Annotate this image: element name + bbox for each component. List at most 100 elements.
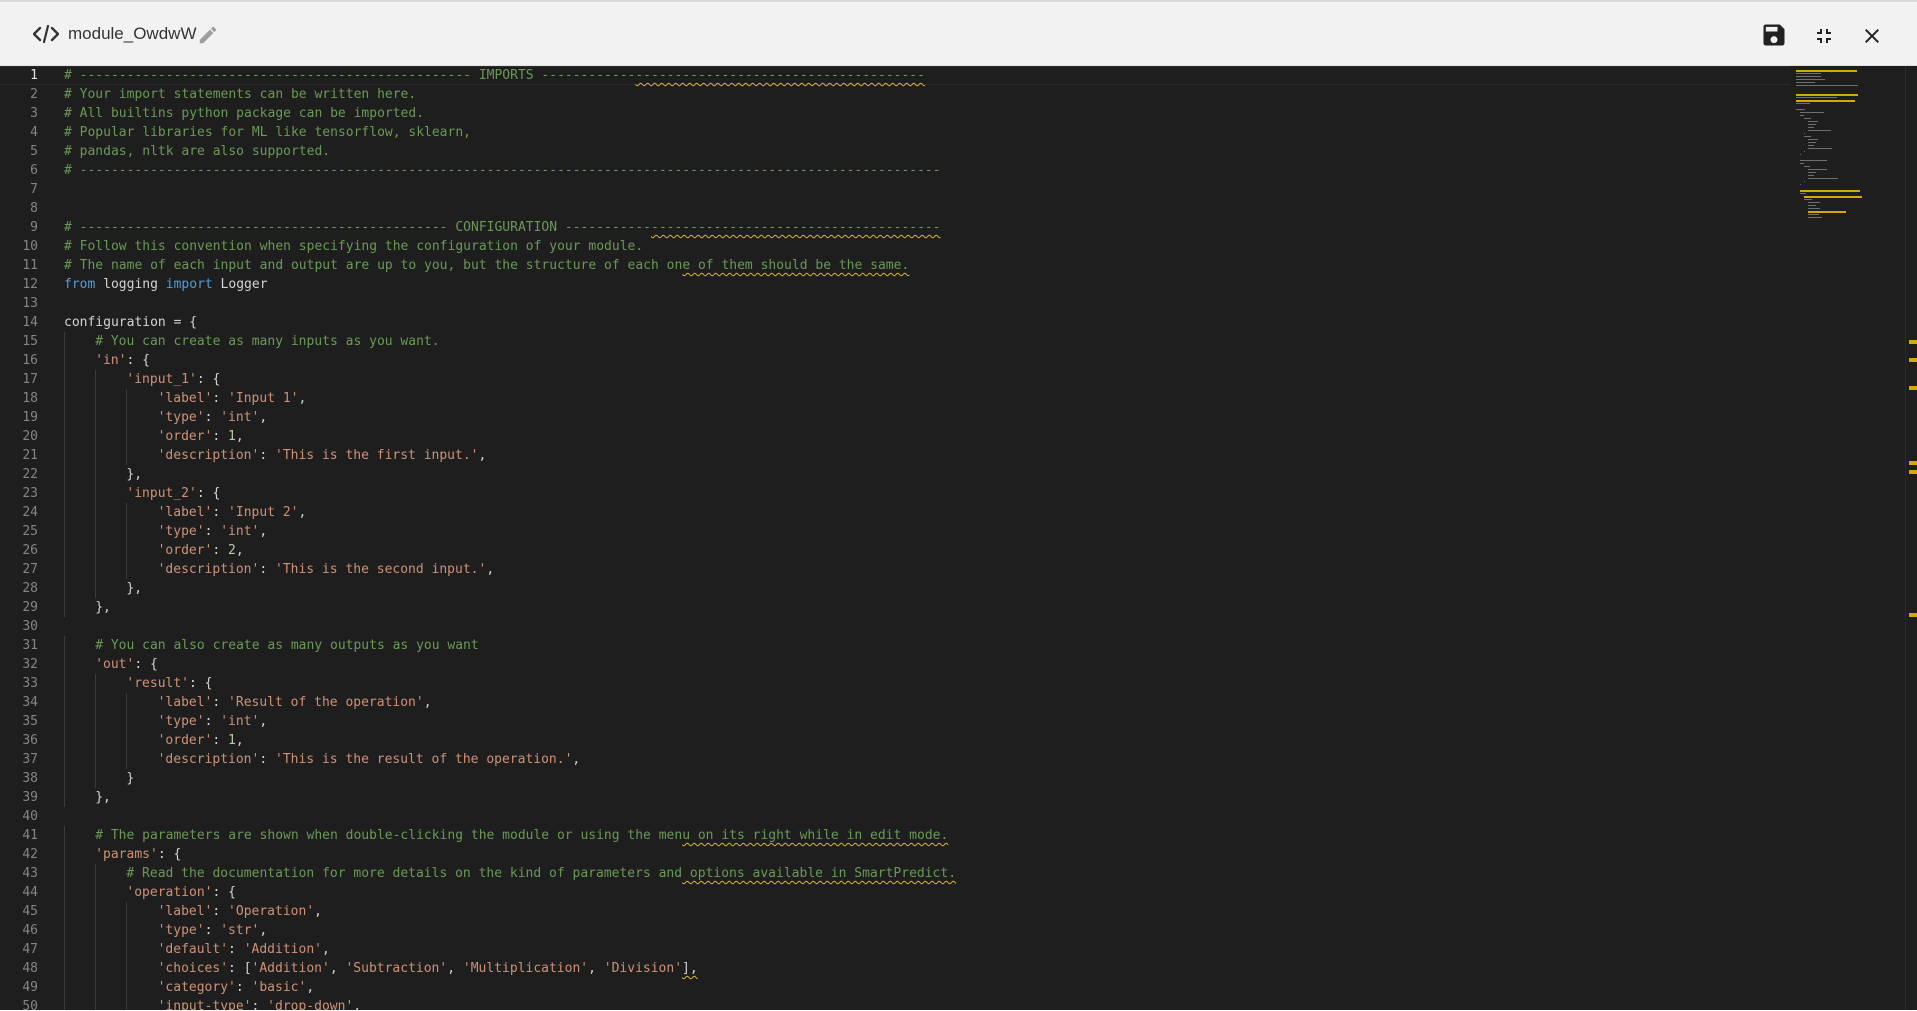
code-line[interactable]: 42 'params': { <box>0 845 1790 864</box>
code-line[interactable]: 22}, <box>0 465 1790 484</box>
line-content: 'out': { <box>95 655 158 674</box>
code-line[interactable]: 14 configuration = { <box>0 313 1790 332</box>
line-number: 35 <box>22 714 38 729</box>
code-line[interactable]: 47 'default': 'Addition', <box>0 940 1790 959</box>
line-content: 'input_2': { <box>126 484 220 503</box>
minimap[interactable] <box>1792 66 1905 1010</box>
code-token: : [ <box>228 961 252 976</box>
indent-guide <box>64 959 65 978</box>
code-line[interactable]: 6 # -------------------------------------… <box>0 161 1790 180</box>
code-line[interactable]: 28}, <box>0 579 1790 598</box>
code-line[interactable]: 23 'input_2': { <box>0 484 1790 503</box>
code-token: # Read the documentation for more detail… <box>126 866 683 881</box>
code-line[interactable]: 1 # -------------------------------------… <box>0 66 1790 85</box>
code-line[interactable]: 26 'order': 2, <box>0 541 1790 560</box>
save-button[interactable] <box>1760 21 1788 49</box>
minimap-line <box>1800 115 1804 116</box>
minimap-line <box>1804 166 1811 167</box>
minimap-line <box>1808 127 1815 128</box>
code-line[interactable]: 39}, <box>0 788 1790 807</box>
indent-guide <box>126 712 128 731</box>
line-content: from logging import Logger <box>64 275 268 294</box>
indent-guide <box>64 883 65 902</box>
code-line[interactable]: 46 'type': 'str', <box>0 921 1790 940</box>
code-token: 'Result of the operation' <box>228 695 424 710</box>
code-line[interactable]: 27 'description': 'This is the second inp… <box>0 560 1790 579</box>
code-token: 'Addition' <box>243 942 322 957</box>
pencil-icon[interactable] <box>197 24 219 46</box>
line-content: 'label': 'Input 1', <box>158 389 307 408</box>
code-token: 'choices' <box>157 961 229 976</box>
code-token: }, <box>95 600 111 615</box>
scrollbar-warning-mark <box>1909 470 1917 474</box>
code-line[interactable]: 40 <box>0 807 1790 826</box>
line-content: 'params': { <box>95 845 181 864</box>
code-line[interactable]: 12 from logging import Logger <box>0 275 1790 294</box>
minimap-line <box>1796 82 1815 83</box>
code-line[interactable]: 49 'category': 'basic', <box>0 978 1790 997</box>
code-line[interactable]: 45 'label': 'Operation', <box>0 902 1790 921</box>
close-icon[interactable] <box>1860 24 1884 48</box>
minimap-line <box>1796 73 1821 74</box>
code-line[interactable]: 7 <box>0 180 1790 199</box>
code-line[interactable]: 20 'order': 1, <box>0 427 1790 446</box>
code-line[interactable]: 18 'label': 'Input 1', <box>0 389 1790 408</box>
code-line[interactable]: 30 <box>0 617 1790 636</box>
code-line[interactable]: 10 # Follow this convention when specifyi… <box>0 237 1790 256</box>
minimap-line <box>1808 205 1816 206</box>
code-lines[interactable]: 1 # -------------------------------------… <box>0 66 1790 1010</box>
code-line[interactable]: 2 # Your import statements can be written… <box>0 85 1790 104</box>
line-content: 'input-type': 'drop-down', <box>158 997 362 1010</box>
minimap-line <box>1800 154 1802 155</box>
code-line[interactable]: 21 'description': 'This is the first inpu… <box>0 446 1790 465</box>
code-line[interactable]: 15 # You can create as many inputs as you… <box>0 332 1790 351</box>
code-line[interactable]: 36 'order': 1, <box>0 731 1790 750</box>
minimap-line <box>1800 160 1827 161</box>
indent-guide <box>126 522 128 541</box>
line-content: # You can also create as many outputs as… <box>95 636 479 655</box>
code-line[interactable]: 11 # The name of each input and output ar… <box>0 256 1790 275</box>
code-line[interactable]: 41 # The parameters are shown when double… <box>0 826 1790 845</box>
indent-guide <box>95 560 97 579</box>
code-line[interactable]: 16 'in': { <box>0 351 1790 370</box>
code-line[interactable]: 35 'type': 'int', <box>0 712 1790 731</box>
line-content: } <box>126 769 134 788</box>
minimap-line <box>1796 70 1857 72</box>
code-line[interactable]: 17 'input_1': { <box>0 370 1790 389</box>
indent-guide <box>126 921 128 940</box>
code-line[interactable]: 24 'label': 'Input 2', <box>0 503 1790 522</box>
code-line[interactable]: 34 'label': 'Result of the operation', <box>0 693 1790 712</box>
editor-scrollbar[interactable] <box>1905 66 1917 1010</box>
code-line[interactable]: 32 'out': { <box>0 655 1790 674</box>
collapse-icon[interactable] <box>1812 24 1836 48</box>
minimap-line <box>1796 97 1837 98</box>
code-line[interactable]: 38} <box>0 769 1790 788</box>
minimap-line <box>1808 139 1819 140</box>
code-line[interactable]: 33 'result': { <box>0 674 1790 693</box>
code-line[interactable]: 44 'operation': { <box>0 883 1790 902</box>
code-line[interactable]: 9 # -------------------------------------… <box>0 218 1790 237</box>
code-token: : <box>212 904 229 919</box>
code-line[interactable]: 5 # pandas, nltk are also supported. <box>0 142 1790 161</box>
minimap-line <box>1800 112 1825 113</box>
indent-guide <box>64 408 65 427</box>
code-line[interactable]: 25 'type': 'int', <box>0 522 1790 541</box>
code-line[interactable]: 43 # Read the documentation for more deta… <box>0 864 1790 883</box>
line-content: # pandas, nltk are also supported. <box>64 142 330 161</box>
code-line[interactable]: 50 'input-type': 'drop-down', <box>0 997 1790 1010</box>
code-line[interactable]: 3 # All builtins python package can be im… <box>0 104 1790 123</box>
code-line[interactable]: 37 'description': 'This is the result of … <box>0 750 1790 769</box>
code-line[interactable]: 29}, <box>0 598 1790 617</box>
code-token: 'description' <box>157 752 260 767</box>
code-line[interactable]: 13 <box>0 294 1790 313</box>
code-line[interactable]: 19 'type': 'int', <box>0 408 1790 427</box>
code-line[interactable]: 4 # Popular libraries for ML like tensorf… <box>0 123 1790 142</box>
code-line[interactable]: 8 <box>0 199 1790 218</box>
code-line[interactable]: 31 # You can also create as many outputs … <box>0 636 1790 655</box>
code-editor[interactable]: 1 # -------------------------------------… <box>0 66 1905 1010</box>
line-number: 2 <box>30 87 38 102</box>
code-token: : <box>212 391 229 406</box>
line-number: 6 <box>30 163 38 178</box>
line-number: 41 <box>22 828 38 843</box>
code-line[interactable]: 48 'choices': ['Addition', 'Subtraction',… <box>0 959 1790 978</box>
